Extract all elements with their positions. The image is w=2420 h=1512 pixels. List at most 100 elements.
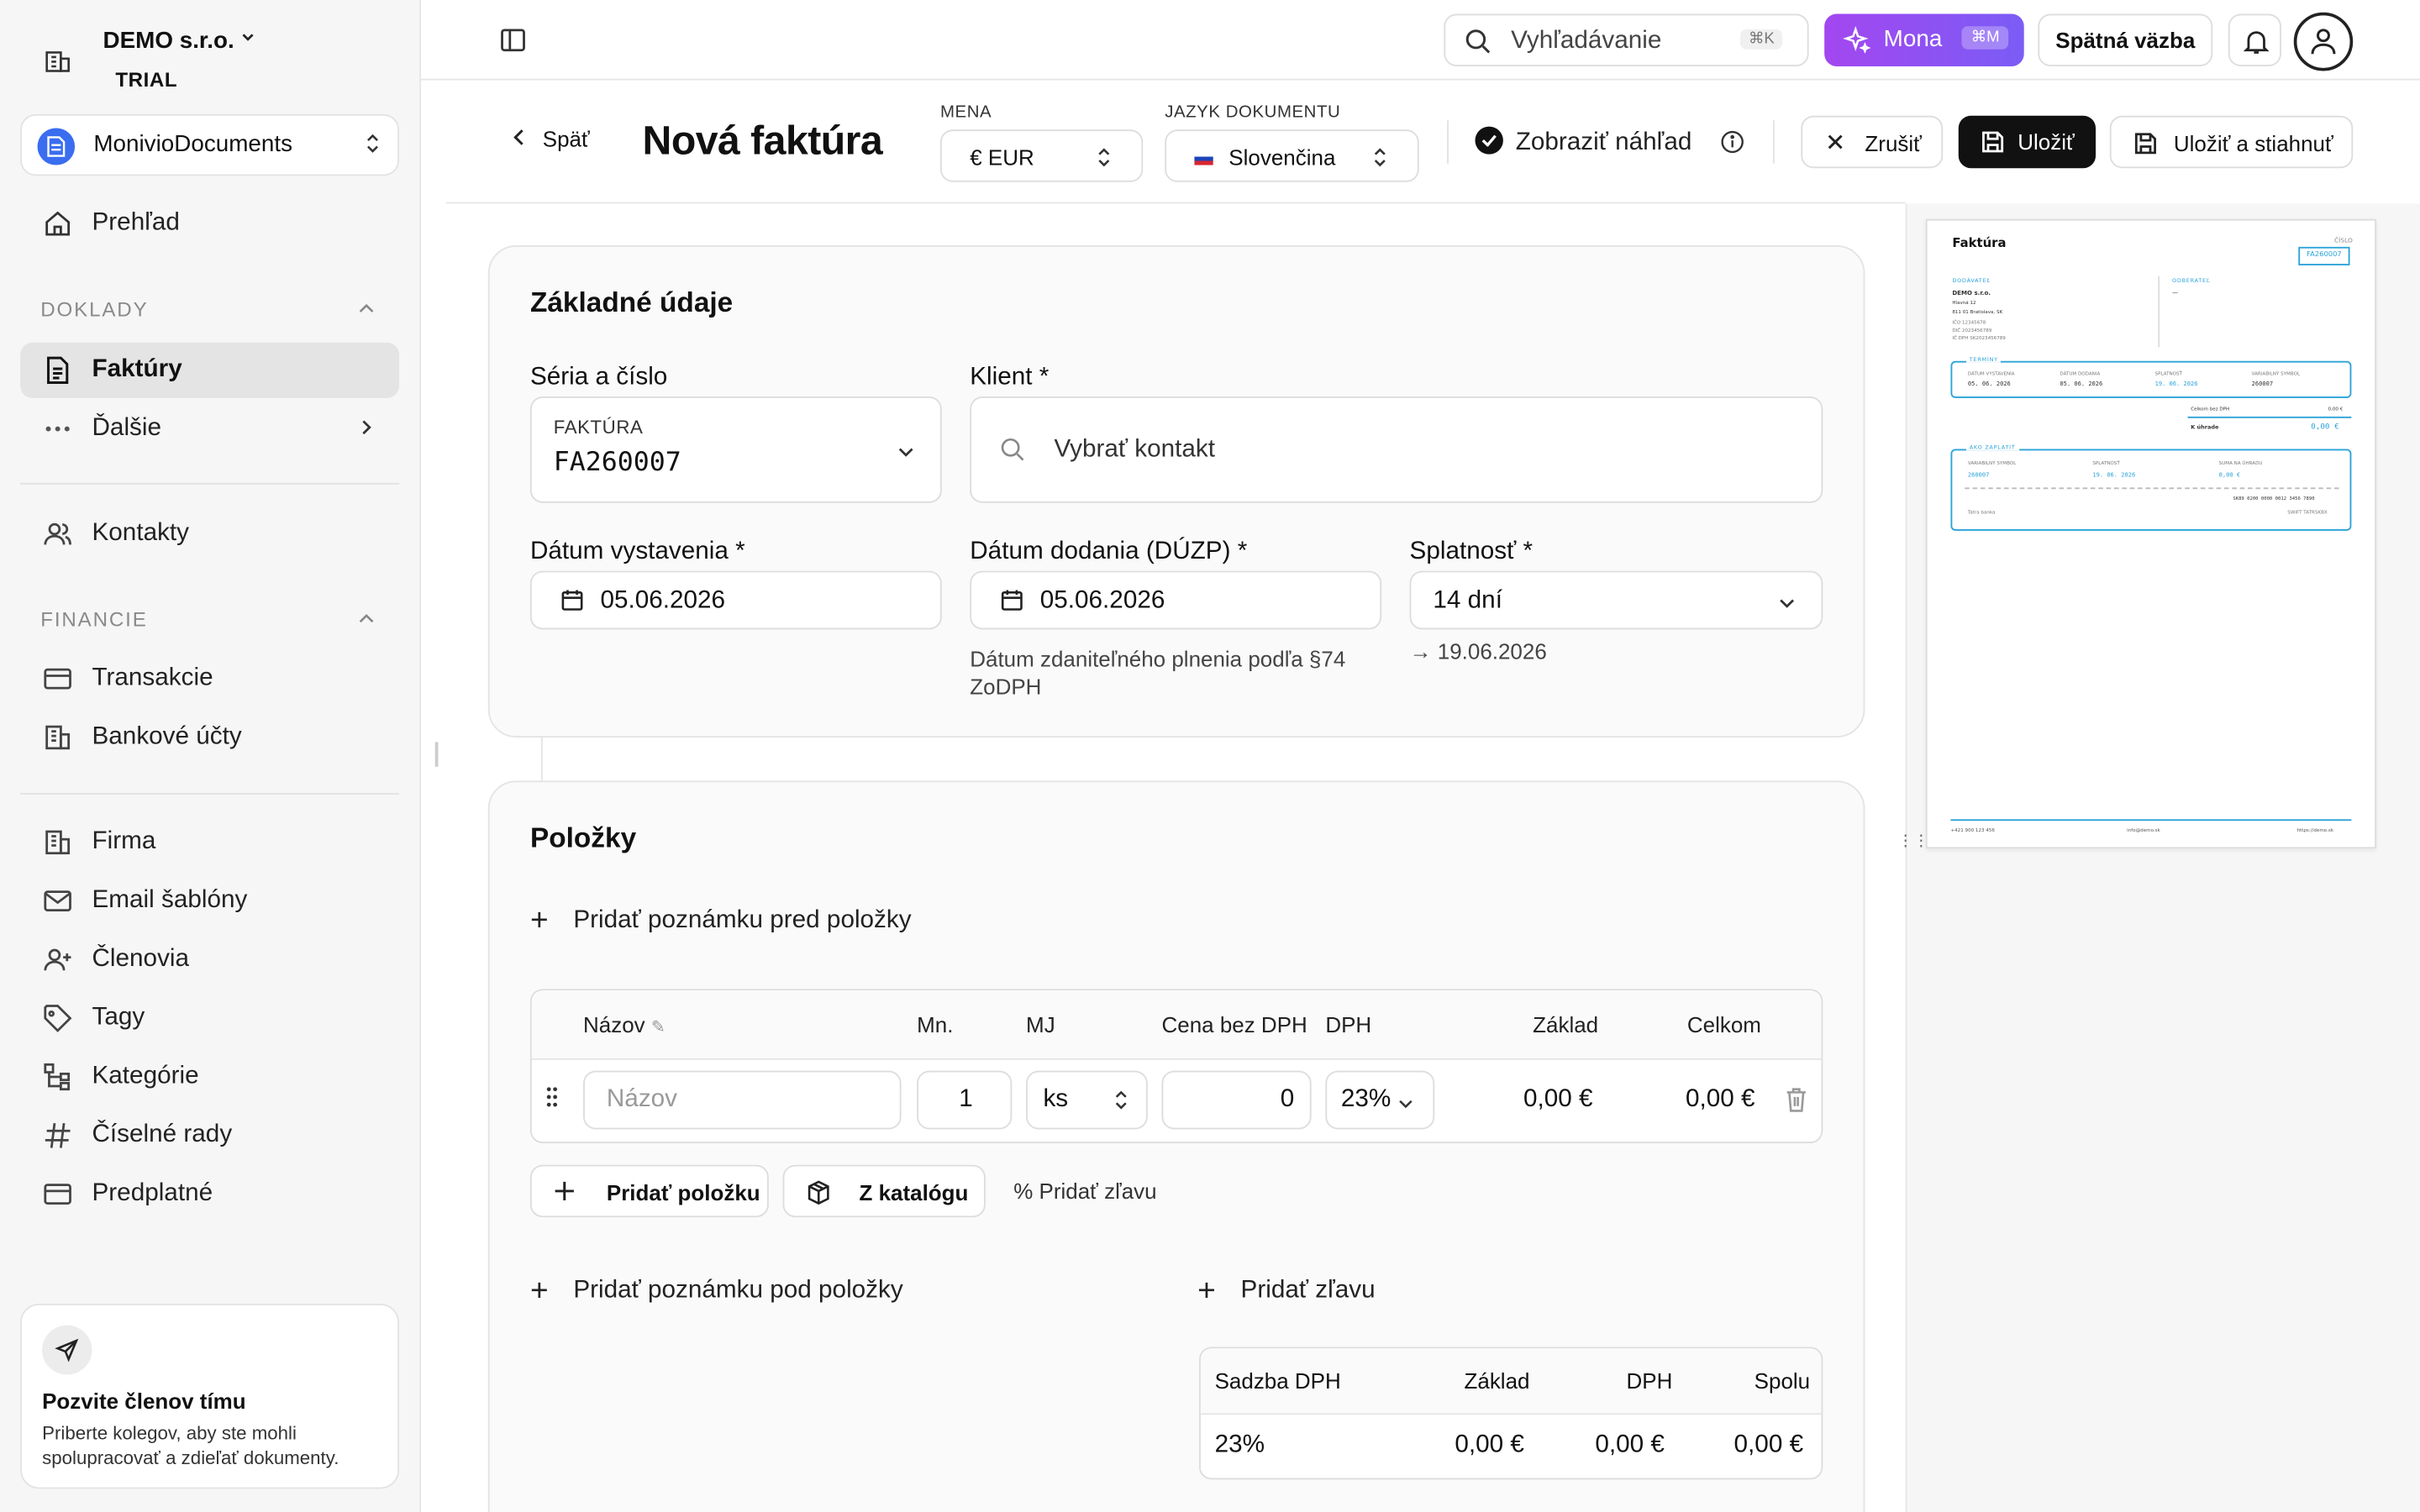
sidebar-item-company[interactable]: Firma (20, 815, 399, 870)
pencil-icon: ✎ (650, 1018, 666, 1037)
item-vat-select[interactable]: 23% (1325, 1070, 1435, 1130)
mona-label: Mona (1883, 26, 1943, 53)
language-label: JAZYK DOKUMENTU (1165, 103, 1341, 123)
preview-swift: SWIFT TATRSKBX (2287, 509, 2328, 516)
preview-pay-val: 19. 06. 2026 (2092, 470, 2136, 479)
sidebar-divider (20, 482, 400, 485)
close-icon (1824, 131, 1846, 157)
item-name-input[interactable]: Názov (583, 1070, 902, 1130)
catalog-button[interactable]: Z katalógu (782, 1164, 986, 1218)
chevron-down-icon (240, 28, 256, 50)
search-input[interactable]: Vyhľadávanie ⌘K (1444, 13, 1809, 66)
chevron-up-icon[interactable] (355, 608, 377, 638)
preview-payment-box: AKO ZAPLATIŤ VARIABILNÝ SYMBOL SPLATNOSŤ… (1950, 444, 2352, 531)
vat-row-base: 0,00 € (1455, 1431, 1524, 1458)
company-switcher[interactable]: DEMO s.r.o. TRIAL (38, 22, 397, 99)
invoice-preview[interactable]: Faktúra ČÍSLO FA260007 DODÁVATEĽ DEMO s.… (1925, 218, 2377, 849)
section-finance: FINANCIE (40, 607, 148, 632)
vat-row-total: 0,00 € (1733, 1431, 1804, 1458)
chevron-right-icon (355, 417, 377, 446)
invite-card[interactable]: Pozvite členov tímu Priberte kolegov, ab… (20, 1304, 400, 1489)
preview-pay-val: 0,00 € (2218, 470, 2241, 479)
sidebar-item-number-series[interactable]: Číselné rady (20, 1108, 399, 1163)
preview-sum-value: 0,00 € (2328, 406, 2344, 412)
sidebar-item-more[interactable]: Ďalšie (20, 402, 399, 457)
due-select[interactable]: 14 dní (1409, 570, 1823, 630)
back-button[interactable]: Späť (512, 127, 590, 151)
item-price-input[interactable]: 0 (1161, 1070, 1312, 1130)
chevron-down-icon (1777, 592, 1796, 620)
add-note-after-button[interactable]: + Pridať poznámku pod položky (530, 1274, 903, 1310)
avatar[interactable] (2293, 12, 2354, 71)
sidebar-item-label: Číselné rady (92, 1121, 233, 1148)
chevron-up-icon[interactable] (355, 297, 377, 327)
preview-bank: Tatra banka (1967, 509, 1996, 516)
sidebar-item-subscription[interactable]: Predplatné (20, 1167, 399, 1222)
sidebar-item-label: Kategórie (92, 1063, 199, 1089)
sidebar-item-overview[interactable]: Prehľad (20, 196, 399, 251)
item-unit-select[interactable]: ks (1026, 1070, 1148, 1130)
plus-icon: + (529, 1274, 549, 1309)
series-select[interactable]: FAKTÚRA FA260007 (529, 396, 942, 503)
save-button[interactable]: Uložiť (1958, 115, 2096, 169)
notifications-button[interactable] (2228, 13, 2281, 66)
issue-date-input[interactable]: 05.06.2026 (529, 570, 942, 630)
preview-due-value: 0,00 € (2311, 423, 2339, 433)
cancel-button[interactable]: Zrušiť (1801, 115, 1944, 169)
sidebar-item-label: Kontakty (92, 519, 190, 547)
sidebar-item-transactions[interactable]: Transakcie (20, 651, 399, 706)
sidebar-item-label: Transakcie (92, 664, 213, 691)
item-qty-input[interactable]: 1 (917, 1070, 1013, 1130)
sidebar-item-label: Email šablóny (92, 887, 248, 914)
users-icon (42, 518, 73, 549)
sidebar-item-members[interactable]: Členovia (20, 932, 399, 987)
sidebar-item-categories[interactable]: Kategórie (20, 1049, 399, 1105)
sidebar-item-invoices[interactable]: Faktúry (20, 342, 400, 398)
item-qty-value: 1 (959, 1086, 973, 1113)
column-unit: MJ (1026, 1011, 1055, 1037)
feedback-button[interactable]: Spätná väzba (2038, 13, 2213, 66)
delivery-date-input[interactable]: 05.06.2026 (970, 570, 1382, 630)
column-vat: DPH (1325, 1011, 1372, 1037)
trash-icon[interactable] (1784, 1086, 1809, 1121)
language-select[interactable]: Slovenčina (1165, 129, 1419, 182)
preview-footer-phone: +421 900 123 456 (1950, 827, 1995, 833)
item-name-placeholder: Názov (606, 1086, 678, 1113)
items-card: Položky + Pridať poznámku pred položky Ná… (487, 780, 1865, 1512)
sidebar-item-label: Prehľad (92, 209, 180, 237)
preview-number-label: ČÍSLO (2333, 236, 2353, 244)
preview-terms-box: TERMÍNY DÁTUM VYSTAVENIA DÁTUM DODANIA S… (1950, 356, 2352, 398)
section-doklady: DOKLADY (40, 297, 149, 322)
resize-handle[interactable] (434, 742, 439, 767)
currency-select[interactable]: € EUR (939, 129, 1144, 182)
item-base-value: 0,00 € (1523, 1086, 1593, 1113)
workspace-selector[interactable]: MonivioDocuments (20, 113, 400, 176)
items-heading: Položky (529, 822, 637, 853)
save-download-button[interactable]: Uložiť a stiahnuť (2109, 115, 2354, 169)
sidebar-item-contacts[interactable]: Kontakty (20, 506, 399, 561)
header-divider (1447, 120, 1449, 164)
sidebar-toggle-icon[interactable] (499, 26, 527, 61)
vat-col-total: Spolu (1754, 1368, 1811, 1394)
slovak-flag-icon (1194, 153, 1213, 166)
header-divider (1772, 120, 1775, 164)
preview-toggle[interactable]: Zobraziť náhľad (1475, 126, 1691, 158)
client-select[interactable]: Vybrať kontakt (970, 396, 1823, 503)
preview-due-label: K úhrade (2191, 424, 2219, 431)
drag-handle-icon[interactable] (544, 1086, 560, 1116)
sidebar-item-tags[interactable]: Tagy (20, 990, 399, 1046)
calendar-icon (560, 588, 585, 621)
info-icon[interactable] (1720, 129, 1745, 162)
sidebar-item-bank-accounts[interactable]: Bankové účty (20, 710, 399, 765)
add-discount-small-button[interactable]: % Pridať zľavu (1013, 1179, 1156, 1203)
series-type: FAKTÚRA (553, 416, 644, 438)
add-item-button[interactable]: Pridať položku (529, 1164, 769, 1218)
section-connector (540, 737, 543, 781)
mona-ai-button[interactable]: Mona ⌘M (1824, 13, 2024, 66)
add-note-before-button[interactable]: + Pridať poznámku pred položky (530, 904, 912, 939)
panel-grip-icon[interactable]: ⋮⋮ (1897, 833, 1928, 855)
sidebar-item-email-templates[interactable]: Email šablóny (20, 874, 399, 929)
preview-footer-web: https://demo.sk (2296, 827, 2333, 833)
add-discount-button[interactable]: + Pridať zľavu (1197, 1274, 1375, 1310)
user-icon (2311, 29, 2336, 55)
